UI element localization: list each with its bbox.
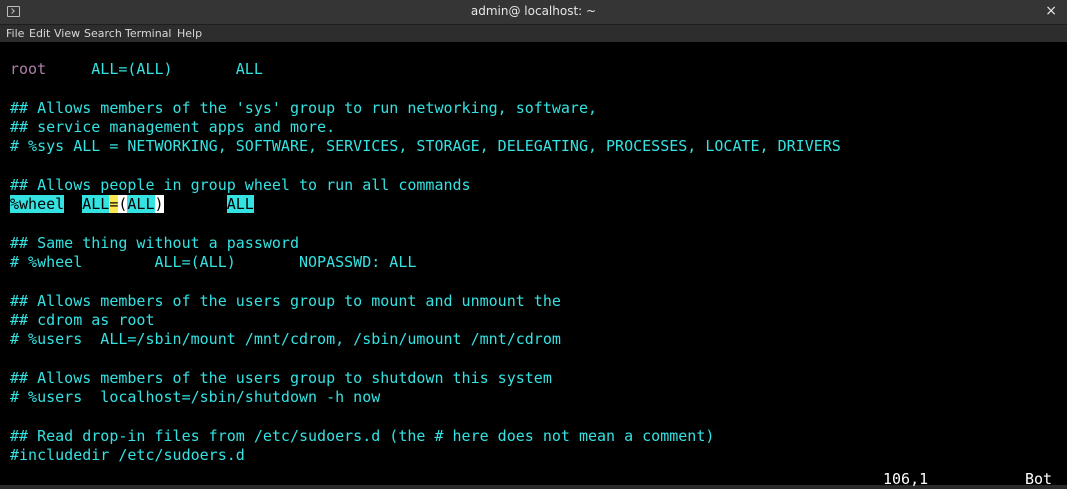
title-bar[interactable]: admin@ localhost: ~ × [0, 0, 1067, 25]
includedir-line: #includedir /etc/sudoers.d [10, 446, 245, 464]
search-match: ALL [226, 195, 254, 213]
window-title: admin@ localhost: ~ [470, 4, 597, 18]
wheel-rule-line: %wheel ALL=(ALL) ALL [10, 195, 254, 214]
comment-line: ## Read drop-in files from /etc/sudoers.… [10, 427, 715, 445]
comment-line: ## Allows people in group wheel to run a… [10, 176, 471, 194]
root-all: ALL [235, 60, 263, 78]
root-rule: ALL=(ALL) [91, 60, 173, 78]
comment-line: ## Same thing without a password [10, 234, 299, 252]
sys-rule-line: # %sys ALL = NETWORKING, SOFTWARE, SERVI… [10, 137, 841, 155]
menu-edit[interactable]: Edit [29, 27, 50, 40]
nopasswd-rule-line: # %wheel ALL=(ALL) NOPASSWD: ALL [10, 253, 417, 271]
terminal-window: admin@ localhost: ~ × File Edit View Sea… [0, 0, 1067, 488]
users-shutdown-rule-line: # %users localhost=/sbin/shutdown -h now [10, 388, 381, 406]
search-match: ALL [127, 195, 155, 213]
close-button[interactable]: × [1045, 3, 1057, 19]
menu-file[interactable]: File [6, 27, 24, 40]
line-root: root ALL=(ALL) ALL [10, 60, 263, 79]
menu-view[interactable]: View [54, 27, 80, 40]
cursor-position: 106,1 [883, 470, 929, 488]
comment-line: ## cdrom as root [10, 311, 155, 329]
menu-terminal[interactable]: Terminal [125, 27, 172, 40]
menu-bar: File Edit View Search Terminal Help [0, 25, 1067, 42]
comment-line: ## service management apps and more. [10, 118, 336, 136]
comment-line: ## Allows members of the users group to … [10, 369, 552, 387]
comment-line: ## Allows members of the 'sys' group to … [10, 99, 597, 117]
menu-search[interactable]: Search [84, 27, 122, 40]
search-match: %wheel [10, 195, 65, 213]
scroll-position: Bot [1025, 470, 1053, 488]
menu-help[interactable]: Help [177, 27, 202, 40]
user-root: root [10, 60, 47, 78]
terminal-content[interactable]: root ALL=(ALL) ALL ## Allows members of … [0, 42, 1067, 488]
comment-line: ## Allows members of the users group to … [10, 292, 561, 310]
search-match: ) [154, 195, 164, 213]
users-mount-rule-line: # %users ALL=/sbin/mount /mnt/cdrom, /sb… [10, 330, 561, 348]
search-match: ALL [82, 195, 110, 213]
